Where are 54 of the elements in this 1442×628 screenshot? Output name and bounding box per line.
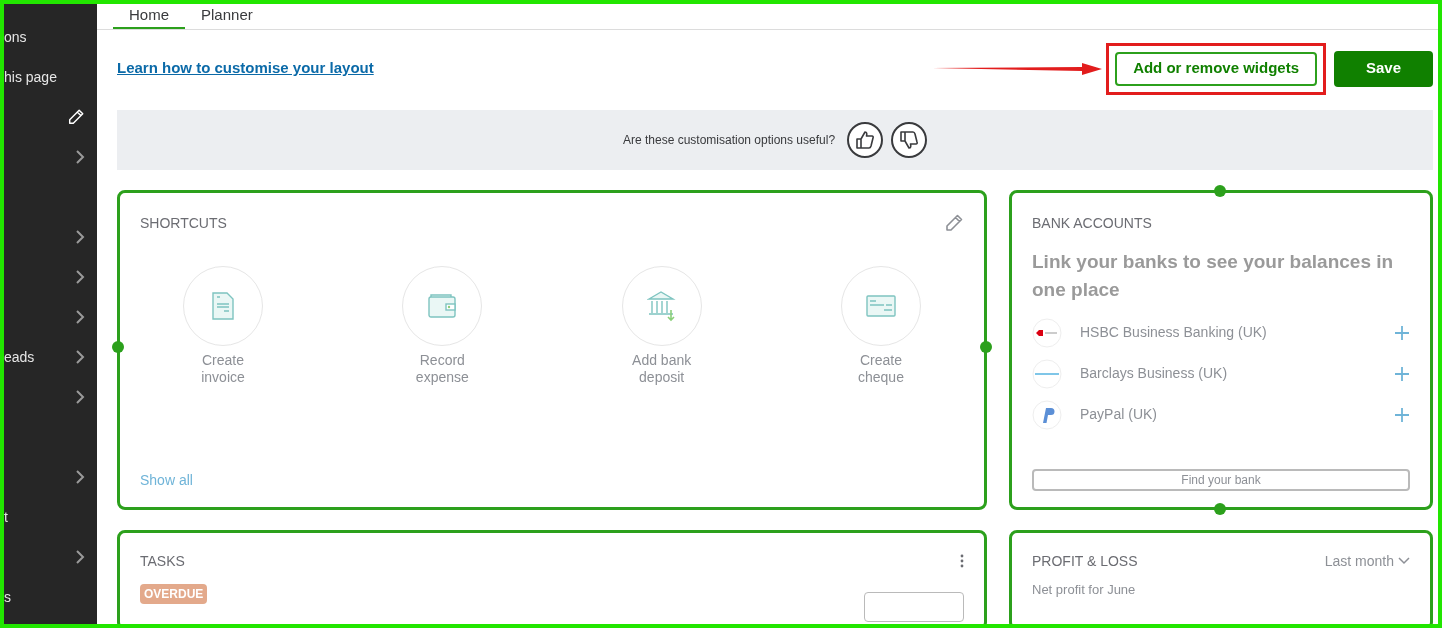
thumbs-down-icon[interactable] xyxy=(891,121,928,158)
add-widgets-button[interactable]: Add or remove widgets xyxy=(1115,51,1317,86)
tab[interactable]: Planner xyxy=(185,4,269,29)
shortcut-label: Create invoice xyxy=(200,351,246,386)
sidebar-item[interactable]: ons xyxy=(4,26,27,48)
bank-name: HSBC Business Banking (UK) xyxy=(1080,323,1268,342)
tab[interactable]: Home xyxy=(113,4,185,29)
chevron-right-icon xyxy=(75,269,85,285)
card-title: SHORTCUTS xyxy=(140,213,227,233)
sidebar-item[interactable]: eads xyxy=(4,346,35,368)
bank-logo-icon xyxy=(1032,317,1062,348)
sidebar-item[interactable]: t xyxy=(4,506,8,528)
sidebar-item[interactable]: his page xyxy=(4,66,57,88)
add-icon[interactable] xyxy=(1394,406,1410,423)
more-options-icon[interactable] xyxy=(960,554,964,568)
chevron-right-icon xyxy=(75,469,85,485)
resize-handle[interactable] xyxy=(980,340,992,353)
help-link[interactable]: Learn how to customise your layout xyxy=(117,57,374,80)
wallet-icon xyxy=(428,293,457,318)
card-title: BANK ACCOUNTS xyxy=(1032,213,1153,233)
add-icon[interactable] xyxy=(1394,324,1410,341)
card-title: TASKS xyxy=(140,551,185,571)
bank-logo-icon xyxy=(1032,358,1062,389)
cheque-icon xyxy=(866,294,896,317)
shortcut-label: Add bank deposit xyxy=(631,351,693,386)
bank-name: PayPal (UK) xyxy=(1080,405,1159,424)
bank-headline: Link your banks to see your balances in one place xyxy=(1032,249,1395,302)
shortcut-button[interactable] xyxy=(183,265,263,346)
resize-handle[interactable] xyxy=(1214,184,1226,197)
resize-handle[interactable] xyxy=(1214,502,1226,515)
chevron-right-icon xyxy=(75,349,85,365)
paypal-logo-icon xyxy=(1032,399,1062,430)
chevron-right-icon xyxy=(75,229,85,245)
bank-icon xyxy=(646,289,677,322)
save-button[interactable]: Save xyxy=(1334,50,1433,87)
sidebar-item[interactable]: s xyxy=(4,586,11,608)
add-icon[interactable] xyxy=(1394,365,1410,382)
feedback-question: Are these customisation options useful? xyxy=(622,131,836,149)
card-title: PROFIT & LOSS xyxy=(1032,551,1138,571)
chevron-right-icon xyxy=(75,549,85,565)
edit-icon[interactable] xyxy=(67,108,85,126)
net-profit-label: Net profit for June xyxy=(1032,580,1137,599)
chevron-right-icon xyxy=(75,149,85,165)
resize-handle[interactable] xyxy=(112,340,124,353)
shortcut-label: Record expense xyxy=(414,351,470,386)
shortcut-label: Create cheque xyxy=(857,351,905,386)
bank-name: Barclays Business (UK) xyxy=(1080,364,1229,383)
chevron-right-icon xyxy=(75,309,85,325)
overdue-badge: OVERDUE xyxy=(140,583,208,604)
chevron-right-icon xyxy=(75,389,85,405)
chevron-down-icon[interactable] xyxy=(1398,557,1410,565)
task-action-button[interactable] xyxy=(864,591,964,622)
thumbs-up-icon[interactable] xyxy=(847,121,884,158)
invoice-icon xyxy=(212,291,234,320)
